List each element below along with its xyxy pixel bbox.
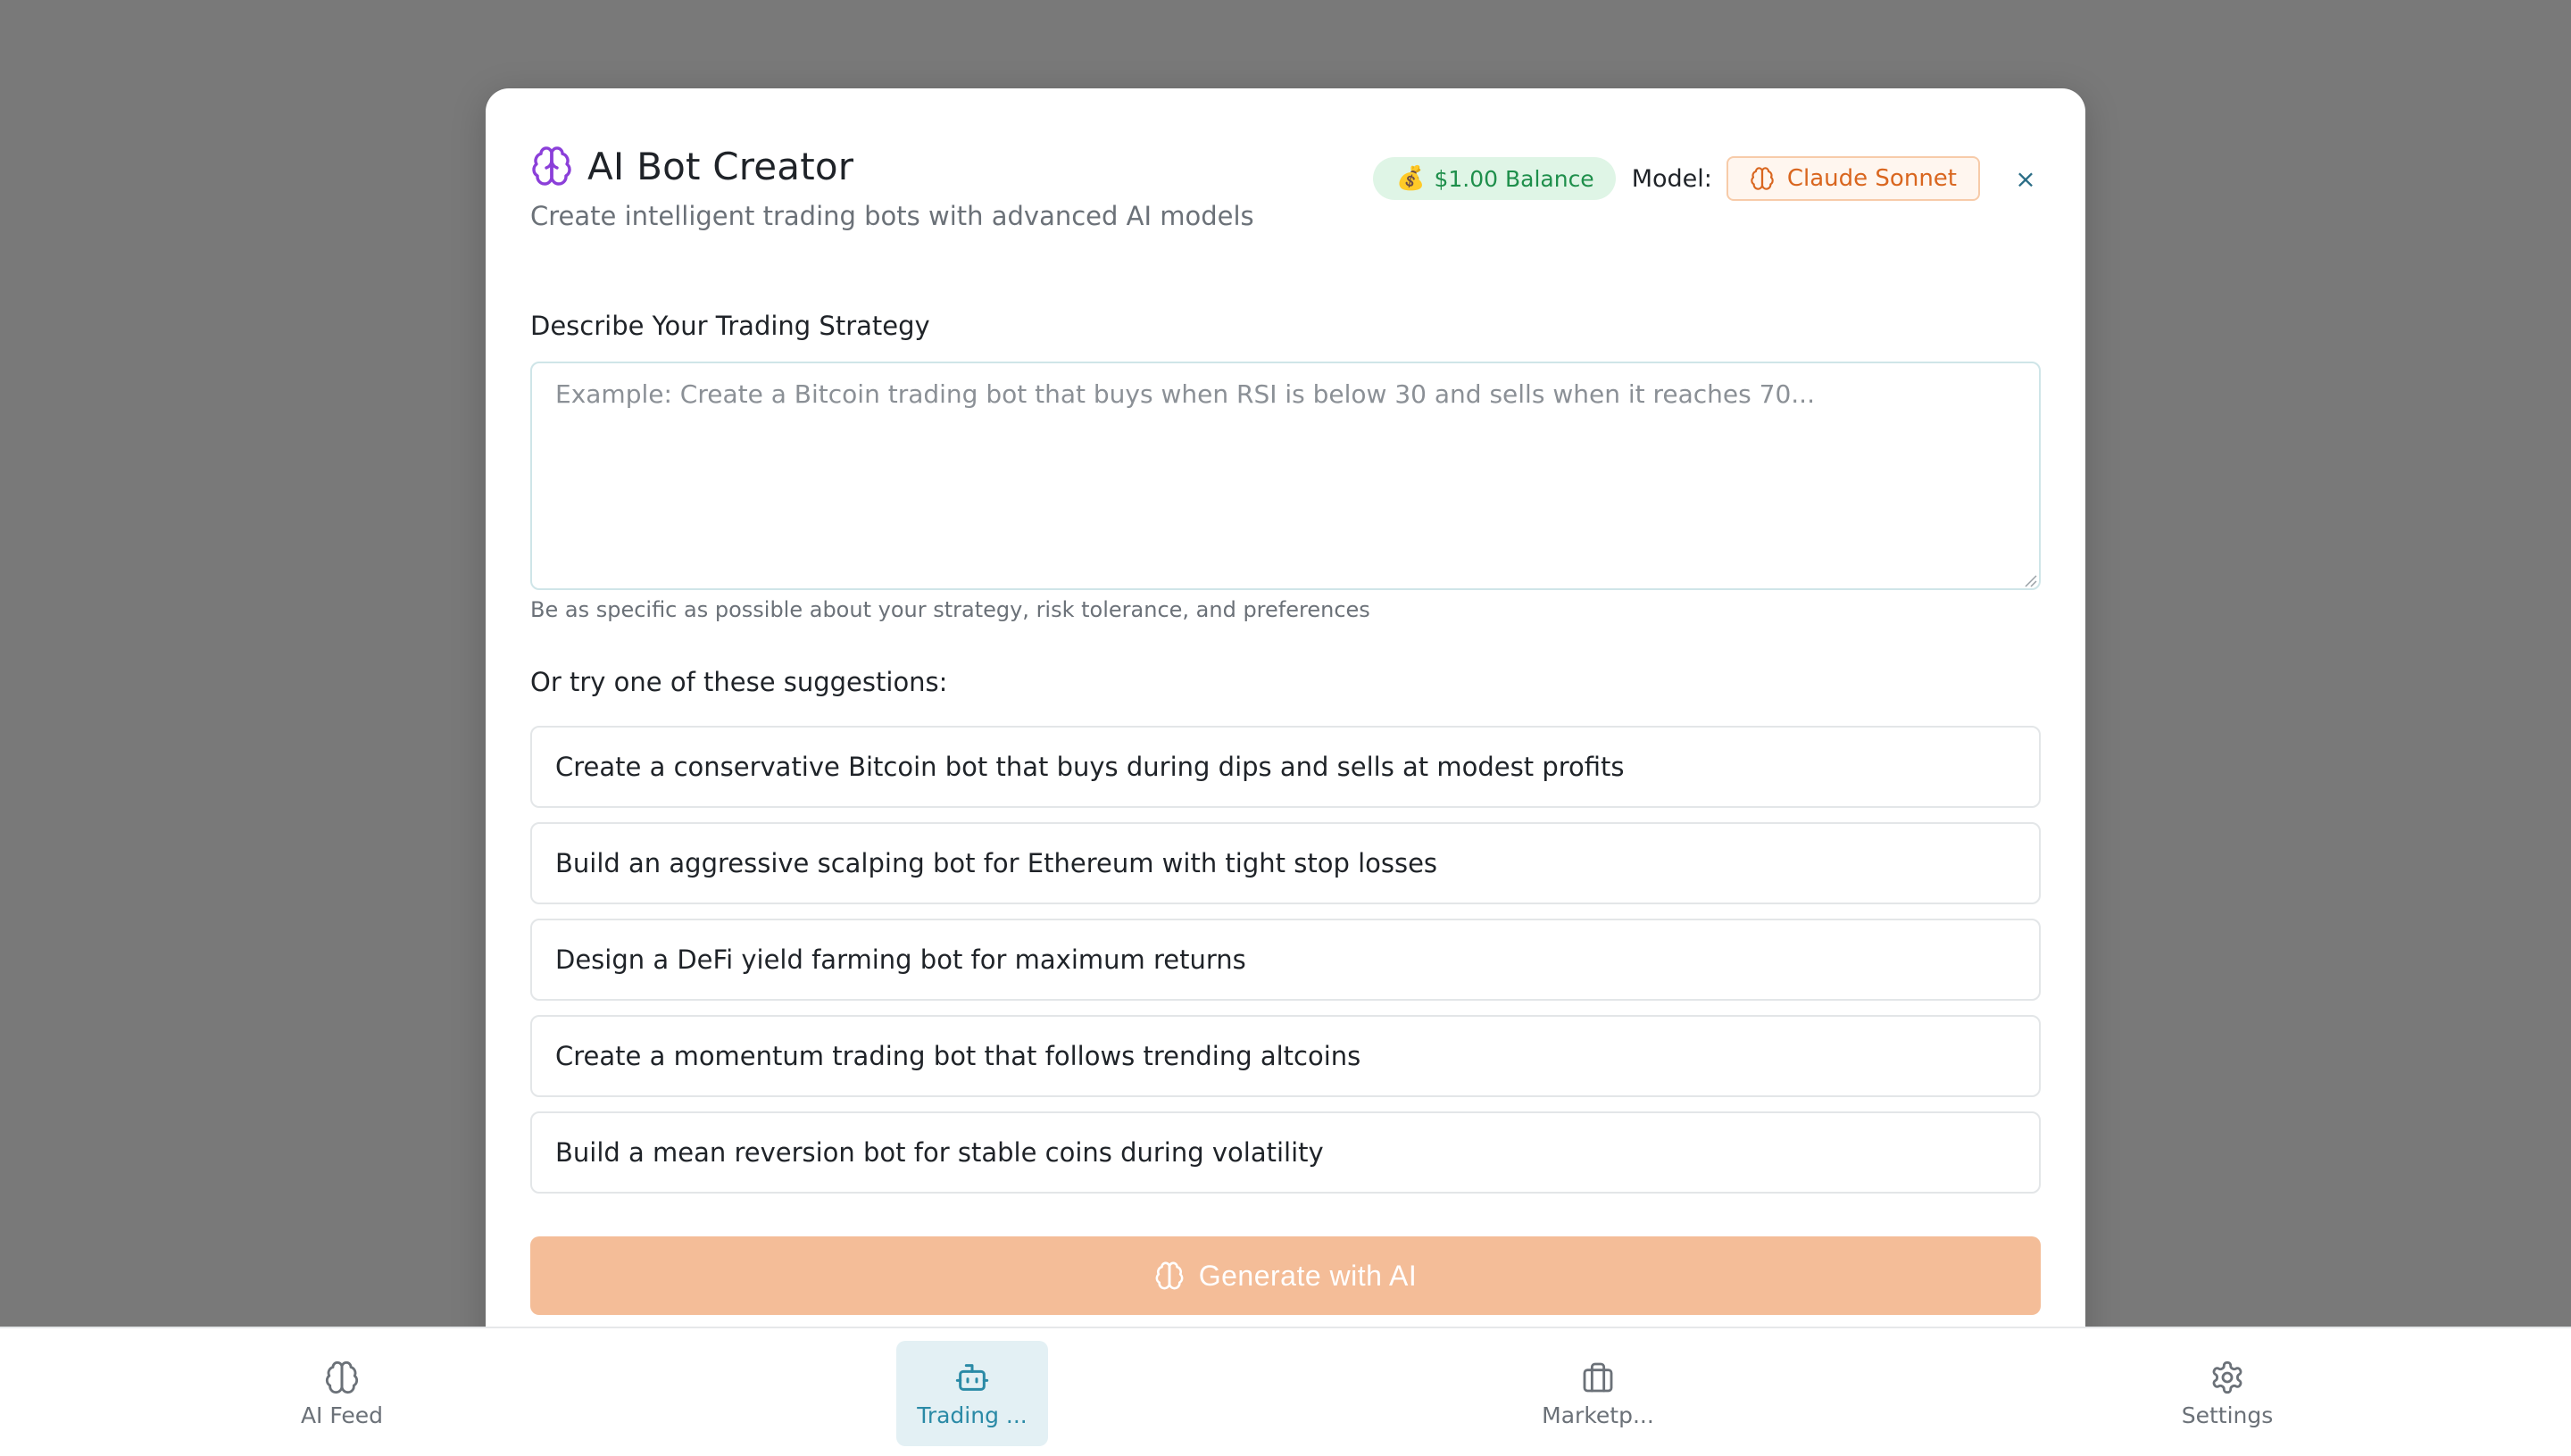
- money-bag-icon: 💰: [1396, 165, 1426, 192]
- brain-icon: [325, 1360, 359, 1394]
- suggestion-item[interactable]: Build a mean reversion bot for stable co…: [530, 1111, 2041, 1194]
- balance-text: $1.00 Balance: [1434, 165, 1594, 192]
- bottom-navigation: AI Feed Trading ... Marketp... Settings: [0, 1327, 2571, 1456]
- nav-item-trading[interactable]: Trading ...: [896, 1341, 1048, 1446]
- robot-icon: [955, 1363, 989, 1391]
- model-selector[interactable]: Claude Sonnet: [1726, 156, 1980, 201]
- dialog-header: AI Bot Creator Create intelligent tradin…: [530, 133, 2041, 240]
- gear-icon: [2212, 1360, 2242, 1394]
- strategy-label: Describe Your Trading Strategy: [530, 311, 930, 341]
- nav-item-settings[interactable]: Settings: [2151, 1341, 2303, 1446]
- nav-label: Trading ...: [917, 1402, 1028, 1428]
- balance-badge: 💰 $1.00 Balance: [1373, 157, 1616, 200]
- generate-label: Generate with AI: [1198, 1259, 1418, 1292]
- suggestions-label: Or try one of these suggestions:: [530, 667, 948, 697]
- suggestion-item[interactable]: Create a conservative Bitcoin bot that b…: [530, 726, 2041, 808]
- generate-with-ai-button[interactable]: Generate with AI: [530, 1236, 2041, 1315]
- nav-label: Settings: [2181, 1402, 2274, 1428]
- nav-label: AI Feed: [300, 1402, 384, 1428]
- brain-icon: [1751, 167, 1774, 190]
- suggestions-list: Create a conservative Bitcoin bot that b…: [530, 726, 2041, 1208]
- dialog-subtitle: Create intelligent trading bots with adv…: [530, 201, 1254, 231]
- brain-icon: [532, 146, 571, 186]
- resize-handle-icon[interactable]: [2023, 573, 2037, 587]
- dialog-title: AI Bot Creator: [587, 144, 854, 188]
- suggestion-item[interactable]: Design a DeFi yield farming bot for maxi…: [530, 919, 2041, 1001]
- model-label: Model:: [1631, 164, 1712, 193]
- nav-item-marketplace[interactable]: Marketp...: [1522, 1341, 1674, 1446]
- strategy-helper-text: Be as specific as possible about your st…: [530, 597, 1370, 622]
- suggestion-item[interactable]: Build an aggressive scalping bot for Eth…: [530, 822, 2041, 904]
- ai-bot-creator-dialog: AI Bot Creator Create intelligent tradin…: [486, 88, 2085, 1374]
- brain-icon: [1155, 1261, 1184, 1290]
- strategy-input[interactable]: [530, 362, 2041, 590]
- briefcase-icon: [1583, 1362, 1613, 1392]
- suggestion-item[interactable]: Create a momentum trading bot that follo…: [530, 1015, 2041, 1097]
- close-button[interactable]: ×: [2010, 163, 2041, 194]
- header-actions: 💰 $1.00 Balance Model: Claude Sonnet ×: [1373, 156, 2041, 201]
- nav-label: Marketp...: [1542, 1402, 1654, 1428]
- model-name: Claude Sonnet: [1786, 165, 1957, 192]
- nav-item-ai-feed[interactable]: AI Feed: [266, 1341, 418, 1446]
